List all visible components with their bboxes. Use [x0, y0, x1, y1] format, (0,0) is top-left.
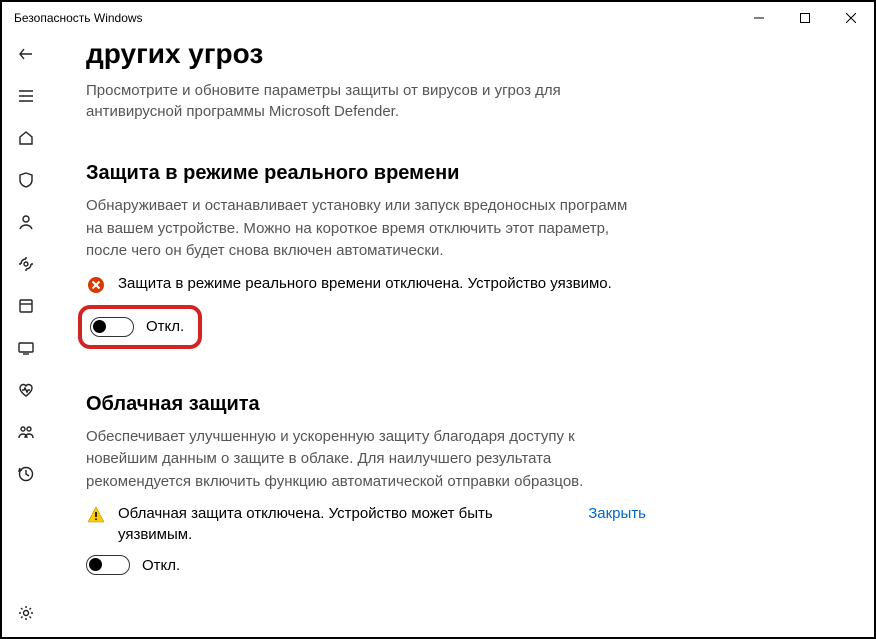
account-icon	[17, 213, 35, 231]
section-realtime: Защита в режиме реального времени Обнару…	[86, 162, 646, 349]
page-title: других угроз	[86, 38, 838, 70]
sidebar-item-settings[interactable]	[6, 599, 46, 627]
maximize-button[interactable]	[782, 2, 828, 34]
main-content: других угроз Просмотрите и обновите пара…	[50, 34, 874, 637]
minimize-button[interactable]	[736, 2, 782, 34]
window-title: Безопасность Windows	[14, 11, 143, 25]
history-icon	[17, 465, 35, 483]
cloud-dismiss-link[interactable]: Закрыть	[588, 503, 646, 524]
titlebar: Безопасность Windows	[2, 2, 874, 34]
cloud-warning-text: Облачная защита отключена. Устройство мо…	[118, 503, 556, 545]
error-icon	[86, 275, 106, 295]
appbrowser-icon	[17, 297, 35, 315]
sidebar-item-device[interactable]	[6, 334, 46, 362]
realtime-toggle[interactable]	[90, 317, 134, 337]
family-icon	[17, 423, 35, 441]
section-cloud: Облачная защита Обеспечивает улучшенную …	[86, 393, 646, 576]
home-icon	[17, 129, 35, 147]
sidebar-item-appbrowser[interactable]	[6, 292, 46, 320]
cloud-toggle-row: Откл.	[86, 555, 646, 575]
sidebar	[2, 34, 50, 637]
cloud-warning: Облачная защита отключена. Устройство мо…	[86, 503, 646, 545]
cloud-toggle-label: Откл.	[142, 557, 180, 574]
realtime-toggle-highlight: Откл.	[78, 305, 202, 349]
hamburger-button[interactable]	[6, 82, 46, 110]
realtime-desc: Обнаруживает и останавливает установку и…	[86, 195, 646, 263]
cloud-toggle[interactable]	[86, 555, 130, 575]
sidebar-item-performance[interactable]	[6, 376, 46, 404]
realtime-warning-text: Защита в режиме реального времени отключ…	[118, 273, 646, 294]
gear-icon	[17, 604, 35, 622]
shield-icon	[17, 171, 35, 189]
sidebar-item-family[interactable]	[6, 418, 46, 446]
page-intro: Просмотрите и обновите параметры защиты …	[86, 80, 606, 122]
cloud-title: Облачная защита	[86, 393, 646, 416]
warning-icon	[86, 505, 106, 525]
sidebar-item-virus[interactable]	[6, 166, 46, 194]
sidebar-item-account[interactable]	[6, 208, 46, 236]
device-icon	[17, 339, 35, 357]
realtime-title: Защита в режиме реального времени	[86, 162, 646, 185]
sidebar-item-history[interactable]	[6, 460, 46, 488]
sidebar-item-home[interactable]	[6, 124, 46, 152]
window-controls	[736, 2, 874, 34]
close-button[interactable]	[828, 2, 874, 34]
firewall-icon	[17, 255, 35, 273]
sidebar-item-firewall[interactable]	[6, 250, 46, 278]
heart-icon	[17, 381, 35, 399]
cloud-desc: Обеспечивает улучшенную и ускоренную защ…	[86, 426, 646, 494]
realtime-toggle-label: Откл.	[146, 318, 184, 335]
realtime-warning: Защита в режиме реального времени отключ…	[86, 273, 646, 295]
back-button[interactable]	[6, 40, 46, 68]
